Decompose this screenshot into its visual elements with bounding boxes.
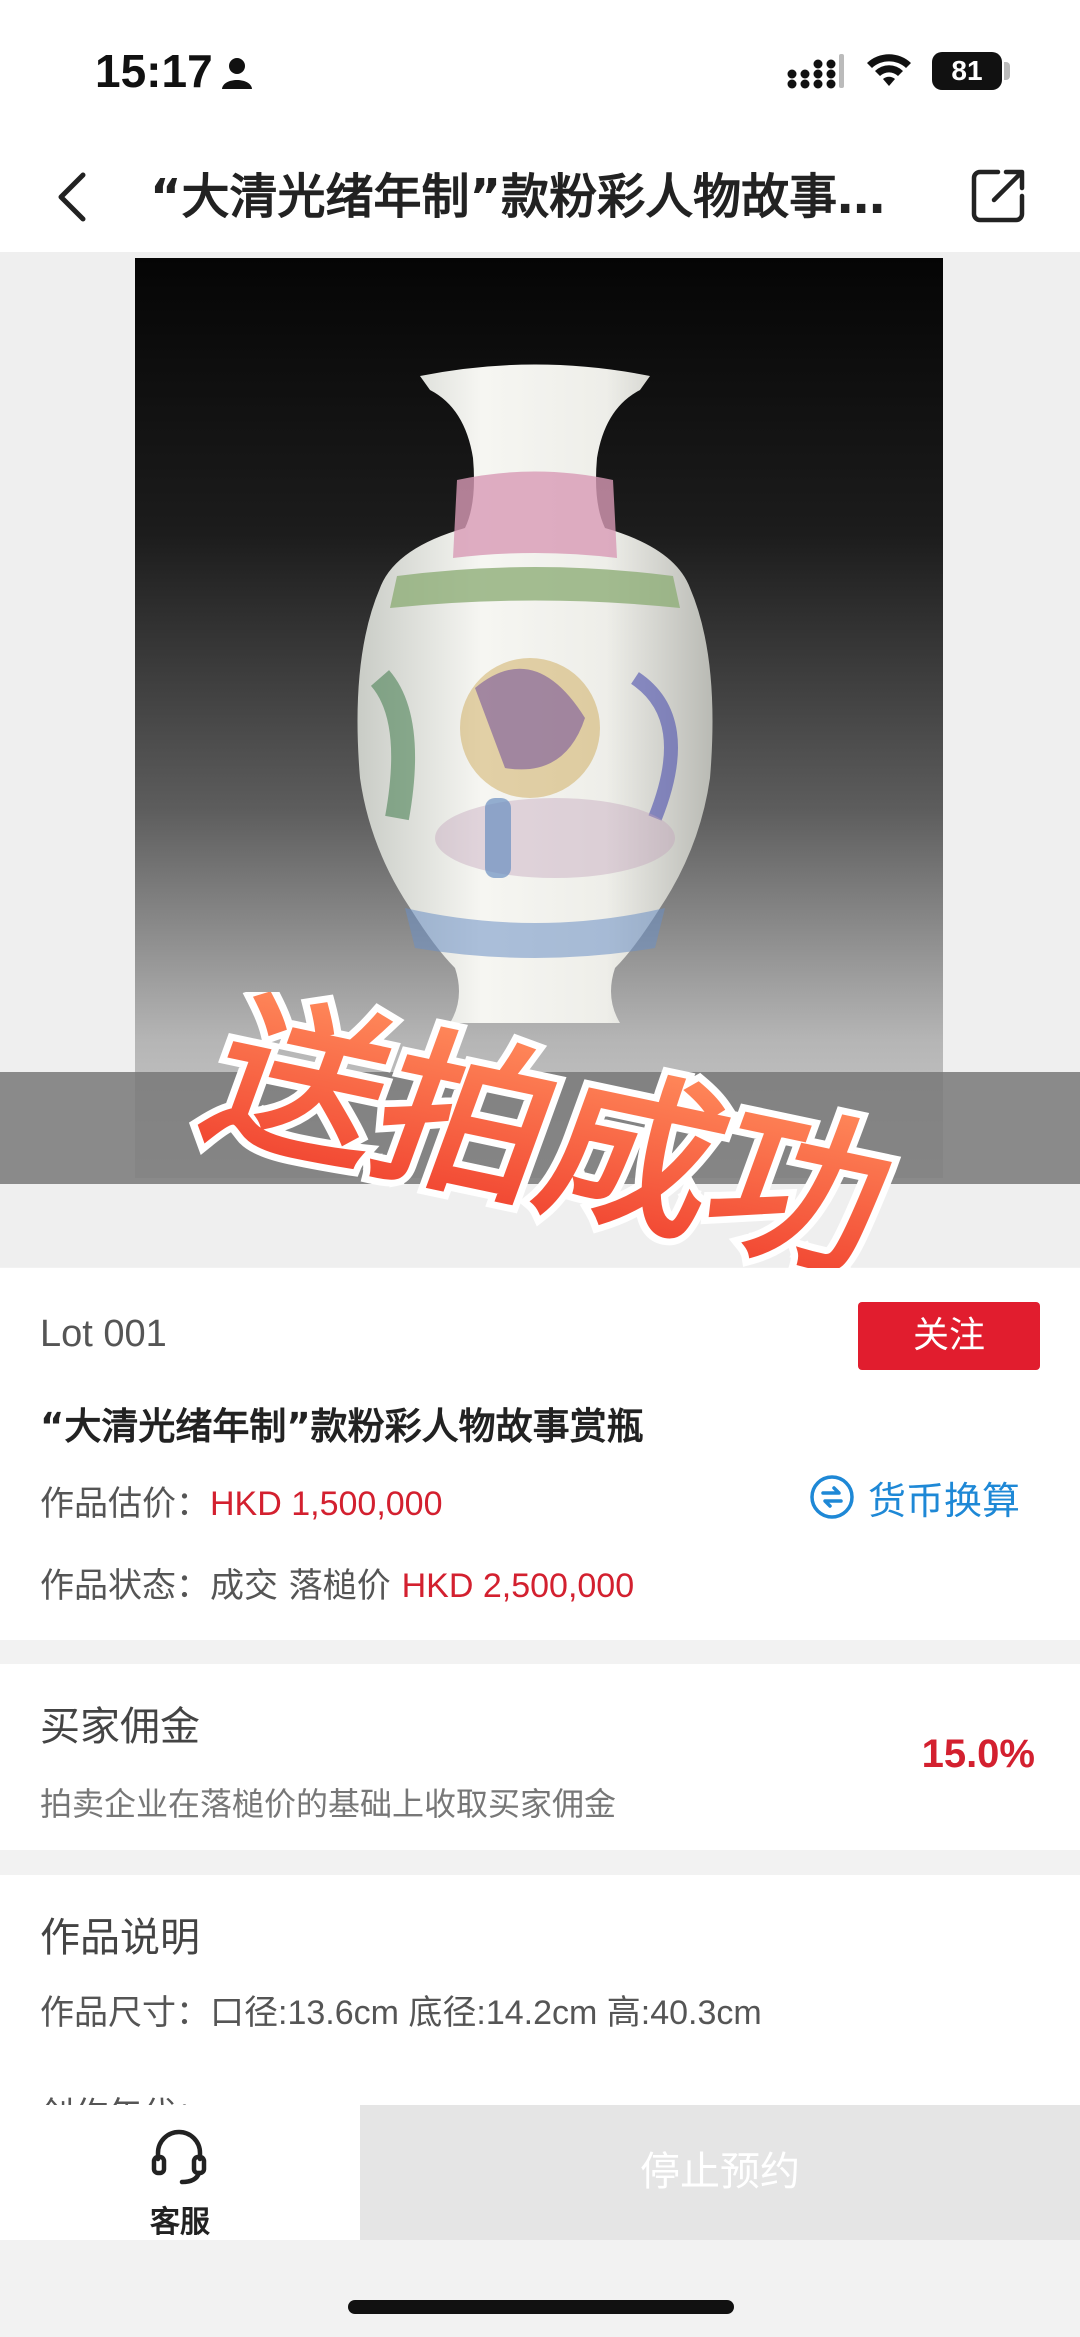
- battery-tip: [1004, 62, 1010, 80]
- status-row: 作品状态：成交 落槌价 HKD 2,500,000: [40, 1558, 634, 1607]
- size-label: 作品尺寸：: [40, 1993, 210, 2033]
- lot-title: “大清光绪年制”款粉彩人物故事赏瓶: [40, 1405, 644, 1448]
- customer-service-button[interactable]: 客服: [0, 2105, 360, 2240]
- lot-number: Lot 001: [40, 1313, 167, 1355]
- back-button[interactable]: [45, 160, 105, 230]
- customer-service-label: 客服: [150, 2205, 210, 2240]
- battery-icon: 81: [932, 52, 1002, 90]
- signal-icon: [787, 54, 844, 89]
- headset-icon: [151, 2129, 207, 2185]
- estimate-label: 作品估价：: [40, 1484, 210, 1524]
- nav-bar: “大清光绪年制”款粉彩人物故事赏瓶: [0, 140, 1080, 252]
- lot-info-card: Lot 001 关注 “大清光绪年制”款粉彩人物故事赏瓶 作品估价：HKD 1,…: [0, 1268, 1080, 1640]
- stamp-text: 送拍成功: [183, 992, 916, 1292]
- currency-convert-label: 货币换算: [868, 1478, 1021, 1523]
- creation-year-label: 创作年代：: [40, 2087, 210, 2105]
- currency-exchange-icon: [810, 1475, 854, 1519]
- status-time: 15:17: [95, 45, 213, 97]
- person-icon: [222, 58, 252, 89]
- status-bar: 15:17 81: [0, 0, 1080, 140]
- lot-image-area: 送拍成功: [0, 252, 1080, 1292]
- wifi-icon: [867, 54, 911, 86]
- page-title: “大清光绪年制”款粉彩人物故事赏瓶: [150, 169, 890, 225]
- hammer-price: HKD 2,500,000: [401, 1567, 635, 1605]
- stop-reservation-button[interactable]: 停止预约: [360, 2105, 1080, 2240]
- lot-description-card: 作品说明 作品尺寸：口径:13.6cm 底径:14.2cm 高:40.3cm 创…: [0, 1875, 1080, 2105]
- buyer-commission-card: 买家佣金 拍卖企业在落槌价的基础上收取买家佣金 15.0%: [0, 1664, 1080, 1850]
- estimate-value: HKD 1,500,000: [210, 1485, 443, 1523]
- description-title: 作品说明: [40, 1915, 200, 1961]
- share-button[interactable]: [968, 164, 1030, 226]
- currency-convert-button[interactable]: 货币换算: [808, 1467, 1020, 1527]
- submission-success-stamp: 送拍成功: [176, 992, 923, 1292]
- home-indicator[interactable]: [348, 2300, 734, 2314]
- follow-button[interactable]: 关注: [858, 1302, 1040, 1370]
- size-value: 口径:13.6cm 底径:14.2cm 高:40.3cm: [210, 1994, 762, 2032]
- commission-rate: 15.0%: [921, 1732, 1035, 1776]
- status-label: 作品状态：: [40, 1566, 210, 1606]
- status-value: 成交 落槌价: [210, 1566, 391, 1606]
- commission-description: 拍卖企业在落槌价的基础上收取买家佣金: [40, 1785, 617, 1823]
- size-row: 作品尺寸：口径:13.6cm 底径:14.2cm 高:40.3cm: [40, 1985, 762, 2034]
- bottom-action-bar: 客服 停止预约: [0, 2105, 1080, 2240]
- estimate-row: 作品估价：HKD 1,500,000: [40, 1476, 443, 1525]
- commission-title: 买家佣金: [40, 1704, 200, 1750]
